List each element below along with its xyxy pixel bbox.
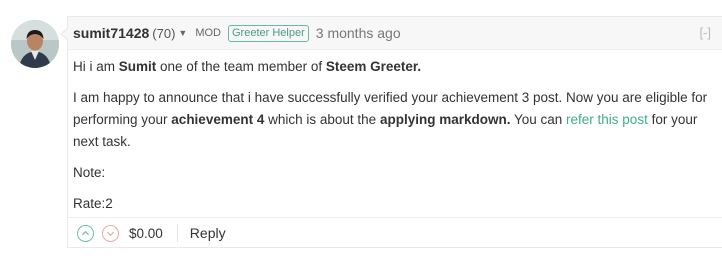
comment-paragraph-intro: Hi i am Sumit one of the team member of … [73, 56, 711, 78]
community-badge: Greeter Helper [228, 24, 309, 42]
downvote-button[interactable] [102, 224, 119, 242]
author-avatar[interactable] [11, 20, 59, 68]
author-reputation: (70) [152, 25, 176, 41]
text-segment: Hi i am [73, 59, 119, 74]
comment-footer: $0.00 Reply [68, 217, 722, 248]
comment-timestamp[interactable]: 3 months ago [316, 25, 401, 41]
refer-post-link[interactable]: refer this post [566, 112, 648, 127]
chevron-down-icon [106, 231, 115, 236]
footer-divider [176, 224, 178, 242]
comment-header: sumit71428 (70) ▼ MOD Greeter Helper 3 m… [68, 17, 722, 50]
payout-amount[interactable]: $0.00 [129, 226, 163, 241]
comment-card: sumit71428 (70) ▼ MOD Greeter Helper 3 m… [60, 16, 722, 248]
text-segment: You can [510, 112, 567, 127]
comment-note: Note: [73, 165, 106, 180]
avatar-image [11, 20, 59, 68]
bold-text: achievement 4 [171, 112, 265, 127]
text-segment: which is about the [264, 112, 380, 127]
reply-button[interactable]: Reply [190, 225, 226, 241]
chevron-up-icon [81, 230, 90, 235]
comment-body: Hi i am Sumit one of the team member of … [68, 50, 722, 215]
bold-text: applying markdown. [379, 112, 511, 127]
bold-text: Sumit [118, 59, 157, 74]
comment-rate: Rate:2 [73, 196, 113, 211]
upvote-button[interactable] [77, 224, 94, 242]
author-name[interactable]: sumit71428 [73, 25, 149, 41]
role-label: MOD [195, 27, 221, 39]
text-segment: one of the team member of [156, 59, 326, 74]
bold-text: Steem Greeter. [325, 59, 422, 74]
caret-down-icon[interactable]: ▼ [178, 28, 187, 38]
comment-paragraph-announcement: I am happy to announce that i have succe… [73, 87, 711, 153]
collapse-toggle[interactable]: [-] [699, 25, 711, 40]
